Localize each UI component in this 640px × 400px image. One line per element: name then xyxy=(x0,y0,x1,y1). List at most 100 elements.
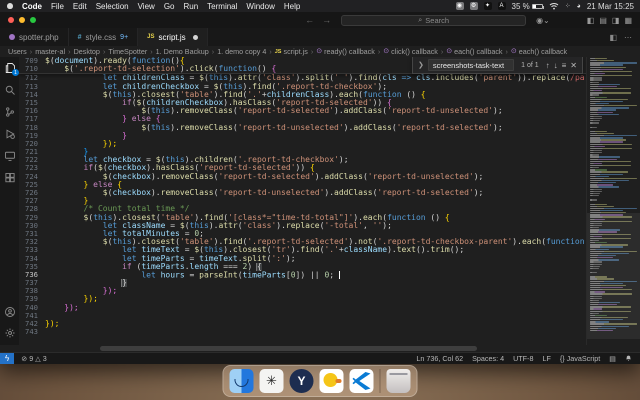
menu-item-run[interactable]: Run xyxy=(183,2,198,11)
menu-item-edit[interactable]: Edit xyxy=(73,2,87,11)
code-line[interactable]: 712 let childrenClass = $(this).attr('cl… xyxy=(19,74,586,82)
breadcrumb-item[interactable]: › Desktop xyxy=(67,47,100,56)
menu-item-go[interactable]: Go xyxy=(164,2,175,11)
run-debug-icon[interactable] xyxy=(3,127,16,140)
find-in-selection-icon[interactable]: ≡ xyxy=(562,61,567,70)
battery-indicator[interactable]: 35 % xyxy=(512,2,544,11)
code-line[interactable]: 717 } else { xyxy=(19,115,586,123)
breadcrumb-item[interactable]: › JS script.js xyxy=(268,47,308,56)
close-find-icon[interactable]: ✕ xyxy=(570,61,577,70)
remote-indicator[interactable]: ϟ xyxy=(0,353,15,364)
menu-item-selection[interactable]: Selection xyxy=(96,2,129,11)
settings-gear-icon[interactable] xyxy=(3,326,16,339)
search-sidebar-icon[interactable] xyxy=(3,83,16,96)
breadcrumb-item[interactable]: › TimeSpotter xyxy=(102,47,147,56)
breadcrumb-item[interactable]: Users xyxy=(8,47,27,56)
code-line[interactable]: 734 let timeParts = timeText.split(':'); xyxy=(19,254,586,263)
code-line[interactable]: 721 } xyxy=(19,147,586,156)
language-mode[interactable]: {} JavaScript xyxy=(560,354,600,363)
apple-menu-icon[interactable] xyxy=(6,2,14,10)
tab-script.js[interactable]: JS script.js xyxy=(138,28,208,46)
code-line[interactable]: 728 /* Count total time */ xyxy=(19,205,586,213)
toggle-replace-chevron-icon[interactable]: ❯ xyxy=(418,61,424,69)
horizontal-scrollbar[interactable] xyxy=(0,345,640,352)
code-line[interactable]: 732 $(this).closest('table').find('.repo… xyxy=(19,237,586,246)
code-line[interactable]: 715 if($(childrenCheckbox).hasClass('rep… xyxy=(19,98,586,107)
code-line[interactable]: 716 $(this).removeClass('report-td-selec… xyxy=(19,106,586,115)
code-line[interactable]: 733 let timeText = $(this).closest('tr')… xyxy=(19,246,586,254)
layout-toggle-icon-3[interactable]: ▦ xyxy=(624,16,632,25)
code-line[interactable]: 742}); xyxy=(19,319,586,328)
horizontal-scrollbar-thumb[interactable] xyxy=(100,346,477,351)
code-line[interactable]: 725 } else { xyxy=(19,180,586,189)
breadcrumb-item[interactable]: › ⊙ ready() callback xyxy=(310,47,375,56)
notifications-bell-icon[interactable] xyxy=(625,355,632,362)
source-control-icon[interactable] xyxy=(3,105,16,118)
problems-indicator[interactable]: ⊘ 9 △ 3 xyxy=(21,354,47,363)
code-line[interactable]: 738 }); xyxy=(19,287,586,295)
navigate-back-icon[interactable]: ← xyxy=(305,15,314,25)
code-line[interactable]: 726 $(checkbox).removeClass('report-td-u… xyxy=(19,188,586,197)
code-line[interactable]: 727 } xyxy=(19,196,586,205)
user-menu-icon[interactable]: ◕ xyxy=(577,3,581,10)
breadcrumb-item[interactable]: › ⊙ each() callback xyxy=(440,47,503,56)
code-lines[interactable]: 712 let childrenClass = $(this).attr('cl… xyxy=(19,74,586,336)
screenshot-tray-icon[interactable]: ◉ xyxy=(455,2,464,10)
code-line[interactable]: 719 } xyxy=(19,131,586,140)
breadcrumb-item[interactable]: › 1. demo copy 4 xyxy=(211,47,267,56)
code-editor[interactable]: 709 $(document).ready(function(){710 $('.… xyxy=(19,57,586,345)
code-line[interactable]: 729 $(this).closest('table').find('[clas… xyxy=(19,213,586,222)
code-line[interactable]: 731 let totalMinutes = 0; xyxy=(19,229,586,238)
explorer-icon[interactable]: 1 xyxy=(3,61,19,76)
code-line[interactable]: 730 let className = $(this).attr('class'… xyxy=(19,221,586,230)
navigate-forward-icon[interactable]: → xyxy=(322,15,331,25)
eol-setting[interactable]: LF xyxy=(542,354,550,363)
finder-dock-icon[interactable] xyxy=(229,369,254,393)
code-line[interactable]: 724 $(checkbox).removeClass('report-td-s… xyxy=(19,172,586,181)
find-input[interactable]: screenshots-task-text xyxy=(427,59,515,71)
code-line[interactable]: 722 let checkbox = $(this).children('.re… xyxy=(19,156,586,164)
code-line[interactable]: 737 } xyxy=(19,278,586,288)
utility-tray-icon[interactable]: ✦ xyxy=(483,2,492,10)
code-line[interactable]: 713 let childrenCheckbox = $(this).find(… xyxy=(19,82,586,91)
indentation-setting[interactable]: Spaces: 4 xyxy=(472,354,504,363)
code-line[interactable]: 718 $(this).removeClass('report-td-unsel… xyxy=(19,123,586,132)
code-line[interactable]: 740 }); xyxy=(19,303,586,312)
wifi-icon[interactable] xyxy=(549,2,559,10)
code-line[interactable]: 743 xyxy=(19,327,586,336)
encoding-setting[interactable]: UTF-8 xyxy=(513,354,533,363)
code-line[interactable]: 720 }); xyxy=(19,139,586,148)
extensions-icon[interactable] xyxy=(3,171,16,184)
menu-item-view[interactable]: View xyxy=(138,2,155,11)
tab-spotter.php[interactable]: spotter.php xyxy=(0,28,69,46)
breadcrumb-item[interactable]: › ⊙ click() callback xyxy=(377,47,438,56)
zoom-window-button[interactable] xyxy=(30,17,36,23)
vscode-dock-icon[interactable] xyxy=(349,369,374,393)
accounts-icon[interactable] xyxy=(3,305,16,318)
next-match-icon[interactable]: ↓ xyxy=(554,61,558,70)
trash-dock-icon[interactable] xyxy=(386,369,411,393)
close-window-button[interactable] xyxy=(8,17,14,23)
tab-style.css[interactable]: # style.css 9+ xyxy=(68,28,139,46)
minimap-slider[interactable] xyxy=(587,212,640,340)
settings-tray-icon[interactable]: ⚙ xyxy=(469,2,478,10)
menu-item-code[interactable]: Code xyxy=(22,2,42,11)
feedback-icon[interactable]: ▤ xyxy=(609,354,616,363)
command-center-search[interactable]: ⌕ Search xyxy=(341,14,527,26)
unsaved-changes-dot[interactable] xyxy=(192,34,198,40)
code-line[interactable]: 739 }); xyxy=(19,295,586,303)
menu-bar-clock[interactable]: 21 Mar 15:25 xyxy=(587,2,634,11)
code-line[interactable]: 714 $(this).closest('table').find('.'+ch… xyxy=(19,90,586,99)
remote-explorer-icon[interactable] xyxy=(3,149,16,162)
code-line[interactable]: 736 let hours = parseInt(timeParts[0]) |… xyxy=(19,270,586,279)
split-editor-icon[interactable]: ◧ xyxy=(609,33,617,42)
y-app-dock-icon[interactable]: Y xyxy=(289,369,314,393)
menu-item-file[interactable]: File xyxy=(51,2,64,11)
breadcrumb-item[interactable]: › master-al xyxy=(29,47,65,56)
minimize-window-button[interactable] xyxy=(19,17,25,23)
previous-match-icon[interactable]: ↑ xyxy=(546,61,550,70)
menu-item-help[interactable]: Help xyxy=(284,2,300,11)
cursor-position[interactable]: Ln 736, Col 62 xyxy=(416,354,463,363)
minimap[interactable] xyxy=(586,57,640,345)
breadcrumb-item[interactable]: › ⊙ each() callback xyxy=(505,47,568,56)
